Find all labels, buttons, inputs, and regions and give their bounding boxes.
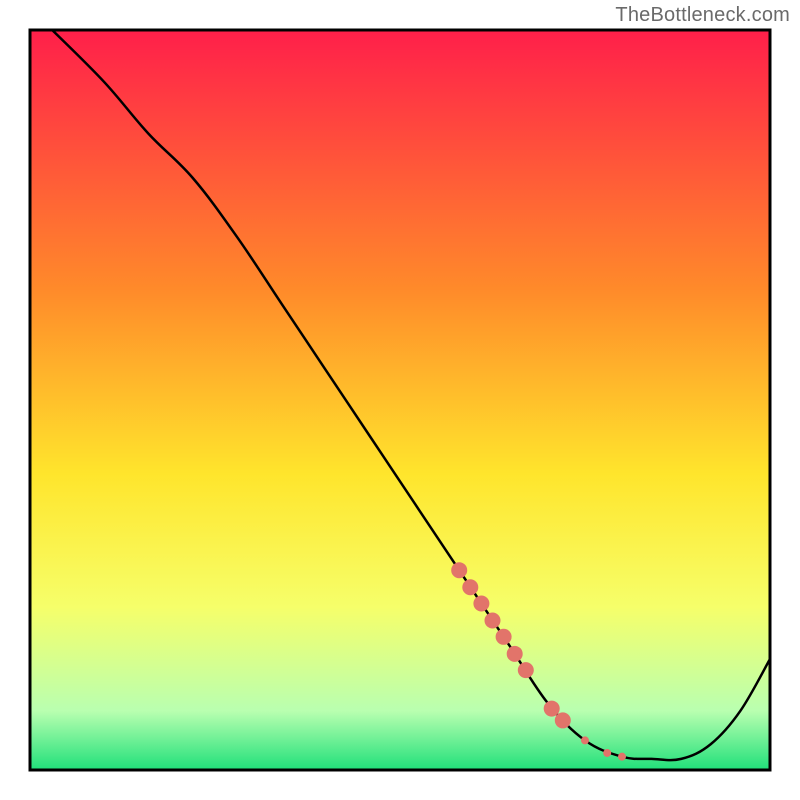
highlight-dot	[544, 701, 560, 717]
highlight-dot	[485, 613, 501, 629]
chart-container: TheBottleneck.com	[0, 0, 800, 800]
plot-gradient-bg	[30, 30, 770, 770]
highlight-dot	[603, 749, 611, 757]
highlight-dot	[496, 629, 512, 645]
highlight-dot	[618, 753, 626, 761]
highlight-dot	[507, 646, 523, 662]
watermark-text: TheBottleneck.com	[615, 4, 790, 27]
highlight-dot	[451, 562, 467, 578]
highlight-dot	[462, 579, 478, 595]
highlight-dot	[473, 596, 489, 612]
highlight-dot	[555, 712, 571, 728]
bottleneck-chart	[0, 0, 800, 800]
highlight-dot	[581, 736, 589, 744]
highlight-dot	[518, 662, 534, 678]
